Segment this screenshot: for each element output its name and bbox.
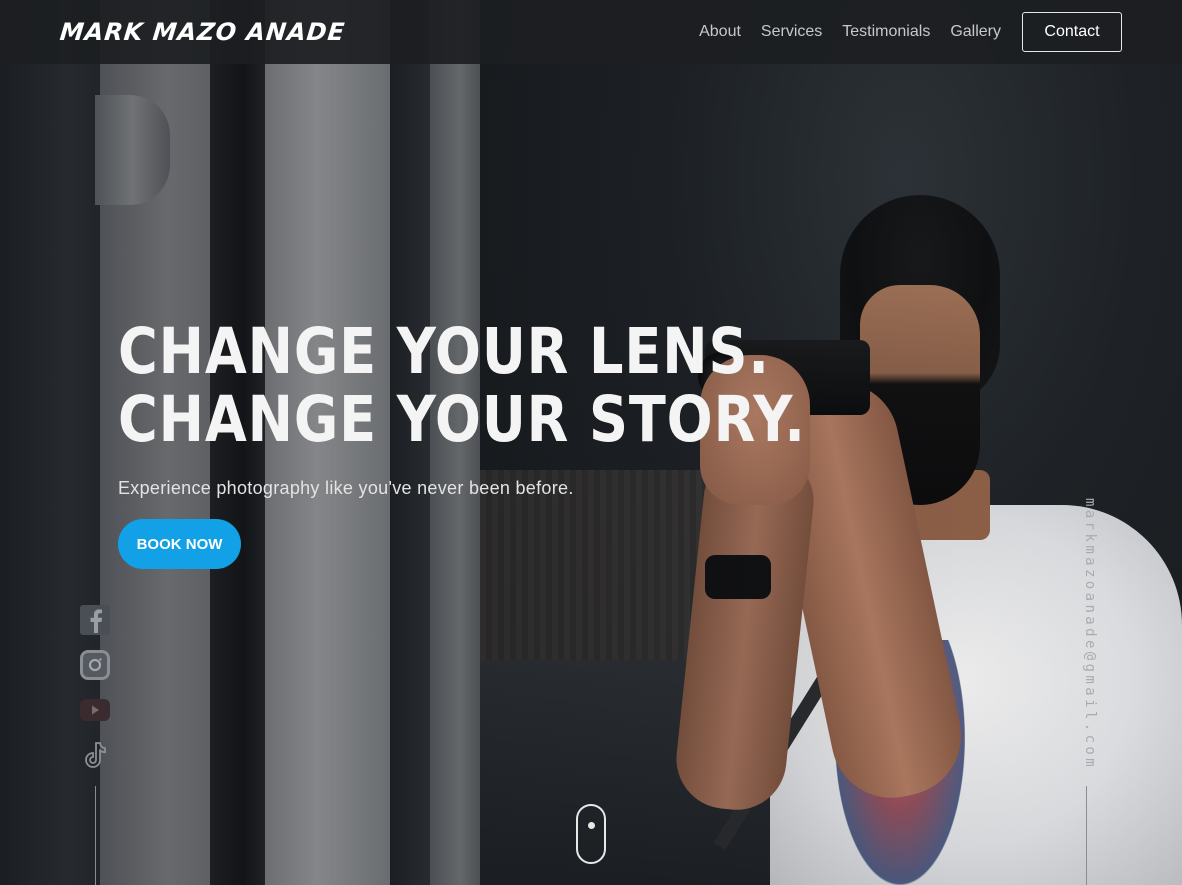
hero-headline: CHANGE YOUR LENS. CHANGE YOUR STORY.: [118, 318, 918, 454]
scroll-down-indicator[interactable]: [576, 804, 606, 864]
youtube-icon[interactable]: [80, 699, 110, 721]
facebook-icon[interactable]: [80, 605, 110, 635]
book-now-button[interactable]: BOOK NOW: [118, 519, 241, 569]
scroll-dot: [588, 822, 595, 829]
social-links: [80, 605, 110, 785]
tiktok-icon[interactable]: [80, 740, 110, 770]
nav-link-gallery[interactable]: Gallery: [950, 23, 1001, 41]
contact-button[interactable]: Contact: [1022, 12, 1122, 52]
hero-subline: Experience photography like you've never…: [118, 478, 574, 498]
site-header: MARK MAZO ANADE About Services Testimoni…: [0, 0, 1182, 64]
headline-line-2: CHANGE YOUR STORY.: [118, 383, 806, 456]
headline-line-1: CHANGE YOUR LENS.: [118, 315, 770, 388]
email-divider-line: [1086, 786, 1087, 885]
nav-link-testimonials[interactable]: Testimonials: [842, 23, 930, 41]
nav-link-services[interactable]: Services: [761, 23, 822, 41]
hero-content: CHANGE YOUR LENS. CHANGE YOUR STORY. Exp…: [118, 318, 918, 569]
nav-link-about[interactable]: About: [699, 23, 741, 41]
social-divider-line: [95, 786, 96, 885]
site-logo[interactable]: MARK MAZO ANADE: [59, 18, 347, 46]
email-link[interactable]: markmazoanade@gmail.com: [1078, 498, 1098, 773]
instagram-icon[interactable]: [80, 650, 110, 680]
main-nav: About Services Testimonials Gallery Cont…: [679, 12, 1122, 52]
